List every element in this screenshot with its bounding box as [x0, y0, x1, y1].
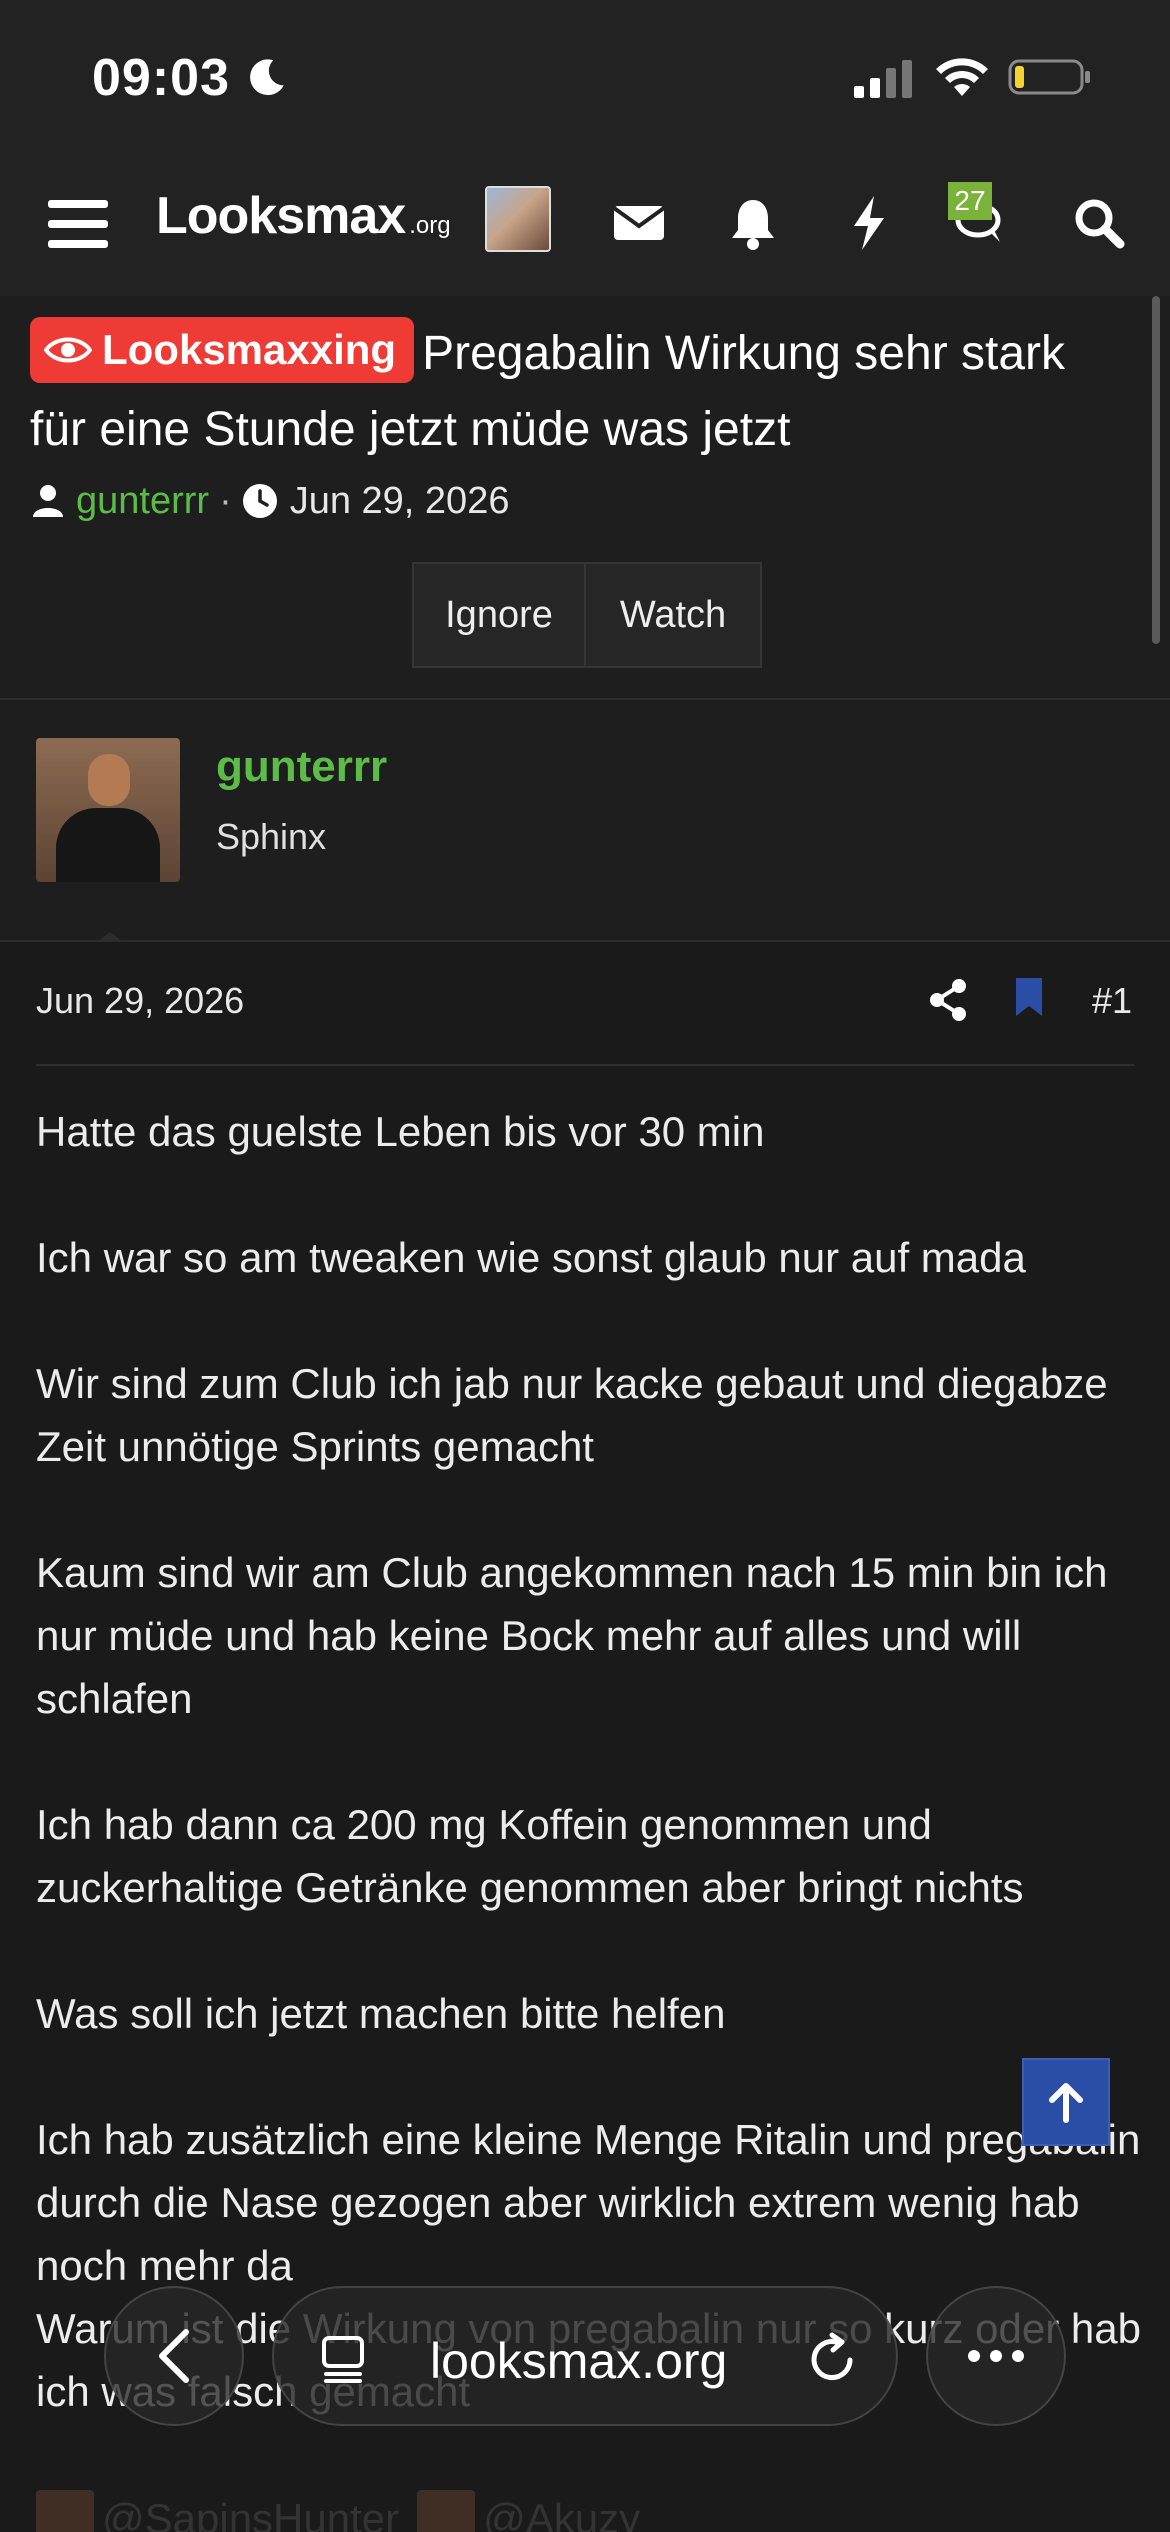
post-mentions: @SapinsHunter @Akuzy — [36, 2490, 640, 2532]
arrow-up-icon — [1049, 2083, 1083, 2123]
conversations-badge: 27 — [948, 182, 992, 220]
search-icon[interactable] — [1068, 192, 1130, 254]
post-paragraph: Was soll ich jetzt machen bitte helfen — [36, 1990, 726, 2037]
post-paragraph: Ich hab zusätzlich eine kleine Menge Rit… — [36, 2116, 1141, 2289]
moon-icon — [250, 59, 284, 96]
battery-icon — [1008, 59, 1090, 95]
status-time: 09:03 — [92, 49, 230, 107]
site-logo[interactable]: Looksmax .org — [156, 186, 451, 256]
thread-header: Looksmaxxing Pregabalin Wirkung sehr sta… — [0, 296, 1170, 700]
browser-back-button[interactable] — [104, 2286, 244, 2426]
site-navbar: Looksmax .org — [0, 150, 1170, 296]
thread-meta: gunterrr · Jun 29, 2026 — [30, 476, 509, 526]
mention-avatar — [36, 2490, 94, 2532]
post-paragraph: Ich hab dann ca 200 mg Koffein genommen … — [36, 1801, 1024, 1911]
meta-separator: · — [219, 479, 232, 522]
wifi-icon — [936, 58, 988, 96]
browser-more-button[interactable] — [926, 2286, 1066, 2426]
author-avatar[interactable] — [36, 738, 180, 882]
bookmark-icon[interactable] — [1014, 976, 1044, 1018]
mention-link[interactable]: @SapinsHunter — [102, 2495, 399, 2532]
post-paragraph: Hatte das guelste Leben bis vor 30 min — [36, 1108, 765, 1155]
thread-prefix-label[interactable]: Looksmaxxing — [30, 317, 415, 383]
tabs-icon[interactable] — [320, 2334, 368, 2384]
user-avatar[interactable] — [485, 186, 551, 252]
browser-address-bar[interactable]: looksmax.org — [272, 2286, 898, 2426]
watch-button[interactable]: Watch — [586, 562, 762, 668]
ignore-button[interactable]: Ignore — [412, 562, 586, 668]
mention-link[interactable]: @Akuzy — [483, 2495, 640, 2532]
prefix-text: Looksmaxxing — [102, 326, 397, 373]
logo-suffix: .org — [409, 212, 451, 239]
reload-icon[interactable] — [806, 2332, 860, 2386]
author-user-title: Sphinx — [216, 816, 327, 857]
post-author-box: gunterrr Sphinx — [0, 700, 1170, 942]
browser-url-text: looksmax.org — [430, 2333, 728, 2389]
page-scrollbar[interactable] — [1152, 296, 1160, 644]
user-icon — [33, 485, 63, 517]
mail-icon[interactable] — [608, 192, 670, 254]
thread-title-block: Looksmaxxing Pregabalin Wirkung sehr sta… — [30, 316, 1130, 468]
mention-avatar — [417, 2490, 476, 2532]
share-icon[interactable] — [928, 978, 968, 1022]
post-paragraph: Kaum sind wir am Club angekommen nach 15… — [36, 1549, 1108, 1722]
thread-actions: Ignore Watch — [412, 562, 762, 668]
thread-date[interactable]: Jun 29, 2026 — [290, 480, 510, 523]
author-name-link[interactable]: gunterrr — [216, 742, 387, 792]
bell-icon[interactable] — [722, 192, 784, 254]
post-date[interactable]: Jun 29, 2026 — [36, 980, 244, 1022]
post-paragraph: Ich war so am tweaken wie sonst glaub nu… — [36, 1234, 1026, 1281]
scroll-to-top-button[interactable] — [1022, 2058, 1110, 2146]
chevron-left-icon — [159, 2329, 189, 2383]
clock-icon — [242, 484, 277, 518]
eye-icon — [44, 337, 92, 363]
thread-author-link[interactable]: gunterrr — [76, 480, 209, 523]
status-bar: 09:03 — [0, 0, 1170, 150]
lightning-icon[interactable] — [838, 192, 900, 254]
post-paragraph: Wir sind zum Club ich jab nur kacke geba… — [36, 1360, 1108, 1470]
post-body: Hatte das guelste Leben bis vor 30 min I… — [36, 1100, 1146, 2423]
more-dots-icon — [968, 2350, 1024, 2362]
hamburger-menu-icon[interactable] — [46, 194, 110, 254]
cellular-signal-icon — [854, 60, 912, 98]
logo-text: Looksmax — [156, 187, 406, 245]
post-divider — [36, 1064, 1134, 1066]
post-number[interactable]: #1 — [1092, 980, 1132, 1022]
